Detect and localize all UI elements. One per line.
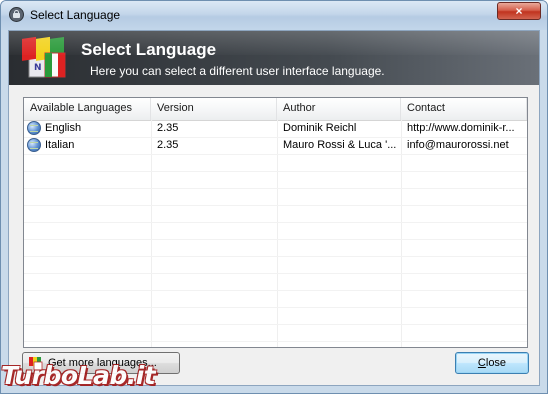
list-header: Available Languages Version Author Conta… xyxy=(24,98,527,121)
author-cell: Dominik Reichl xyxy=(283,122,357,134)
globe-icon xyxy=(27,138,41,152)
watermark-logo: TurboLab.it xyxy=(1,361,156,390)
column-header-version[interactable]: Version xyxy=(151,98,277,120)
version-cell: 2.35 xyxy=(157,139,179,151)
grid-line xyxy=(24,256,527,257)
close-button-mnemonic: C xyxy=(477,357,486,369)
language-cell: Italian xyxy=(24,137,151,154)
globe-icon xyxy=(27,121,41,135)
window-close-button[interactable]: × xyxy=(497,2,541,20)
grid-line xyxy=(24,205,527,206)
header-banner: N Select Language Here you can select a … xyxy=(9,31,539,85)
grid-line xyxy=(24,307,527,308)
close-button-label: lose xyxy=(485,357,507,369)
grid-line xyxy=(24,324,527,325)
grid-line xyxy=(24,341,527,342)
list-item-english[interactable]: English 2.35 Dominik Reichl http://www.d… xyxy=(24,120,527,137)
banner-subtitle: Here you can select a different user int… xyxy=(90,64,385,78)
column-header-author[interactable]: Author xyxy=(277,98,401,120)
contact-cell: info@maurorossi.net xyxy=(407,139,509,151)
window-title: Select Language xyxy=(30,8,121,22)
column-header-language[interactable]: Available Languages xyxy=(24,98,151,120)
languages-list[interactable]: Available Languages Version Author Conta… xyxy=(23,97,528,348)
language-flags-icon: N xyxy=(22,36,66,78)
dialog-window: Select Language × N Select Language Here… xyxy=(0,0,548,394)
grid-line xyxy=(24,239,527,240)
grid-line xyxy=(24,290,527,291)
contact-cell: http://www.dominik-r... xyxy=(407,122,515,134)
grid-line xyxy=(24,171,527,172)
language-name: Italian xyxy=(45,139,75,151)
grid-line xyxy=(24,188,527,189)
banner-title: Select Language xyxy=(81,40,217,59)
version-cell: 2.35 xyxy=(157,122,179,134)
language-cell: English xyxy=(24,120,151,137)
close-button[interactable]: Close xyxy=(455,352,529,374)
grid-line xyxy=(24,273,527,274)
dialog-client-area: N Select Language Here you can select a … xyxy=(8,30,540,386)
svg-text:N: N xyxy=(34,63,42,73)
grid-line xyxy=(24,222,527,223)
title-bar[interactable]: Select Language × xyxy=(1,1,547,30)
author-cell: Mauro Rossi & Luca '... xyxy=(283,139,397,151)
lock-icon xyxy=(9,7,24,22)
language-name: English xyxy=(45,122,82,134)
list-item-italian[interactable]: Italian 2.35 Mauro Rossi & Luca '... inf… xyxy=(24,137,527,154)
column-header-contact[interactable]: Contact xyxy=(401,98,527,120)
grid-line xyxy=(24,154,527,155)
